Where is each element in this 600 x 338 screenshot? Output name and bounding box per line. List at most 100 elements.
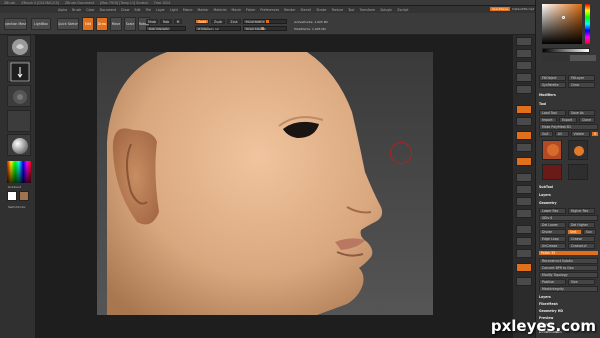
menu-item-picker[interactable]: Picker <box>246 8 256 12</box>
material-thumbnail[interactable] <box>7 134 31 156</box>
simple-brush-thumbnail[interactable] <box>568 140 588 160</box>
load-tool-button[interactable]: Load Tool <box>539 110 566 116</box>
actual-button[interactable] <box>516 85 532 94</box>
menu-item-edit[interactable]: Edit <box>134 8 140 12</box>
menu-item-transform[interactable]: Transform <box>359 8 375 12</box>
quicksave-button[interactable]: QuickSave <box>490 7 510 11</box>
goz-button[interactable]: GoZ <box>539 131 553 137</box>
menu-item-texture[interactable]: Texture <box>331 8 343 12</box>
meshintegrity-button[interactable]: MeshIntegrity <box>539 286 598 292</box>
position-button[interactable]: Position <box>539 279 566 285</box>
default-zscript-button[interactable]: DefaultZScript <box>512 7 534 11</box>
xpose-button[interactable] <box>516 277 532 286</box>
bpr-button[interactable] <box>516 37 532 46</box>
all-button[interactable]: All <box>554 131 569 137</box>
local-button[interactable] <box>516 131 532 140</box>
fill-object-button[interactable]: FillObject <box>539 75 566 81</box>
draw-size-slider[interactable]: Draw Size 64 <box>243 26 287 31</box>
brush-thumbnail[interactable] <box>7 35 31 57</box>
lower-res-button[interactable]: Lower Res <box>539 208 566 214</box>
menu-item-stencil[interactable]: Stencil <box>301 8 312 12</box>
viewport-canvas[interactable] <box>97 52 433 315</box>
layers-header[interactable]: Layers <box>539 192 598 198</box>
menu-item-macro[interactable]: Macro <box>183 8 193 12</box>
menu-item-tool[interactable]: Tool <box>348 8 354 12</box>
fibermesh-header[interactable]: FiberMesh <box>539 301 598 307</box>
convert-bpr-button[interactable]: Convert BPR to Geo <box>539 265 598 271</box>
higher-res-button[interactable]: Higher Res <box>568 208 595 214</box>
color-picker[interactable] <box>7 161 31 183</box>
projection-master-button[interactable]: Projection Master <box>4 18 27 30</box>
modifiers-header[interactable]: Modifiers <box>539 92 598 98</box>
z-intensity-slider[interactable]: Z Intensity 12 <box>195 26 241 31</box>
zcut-button[interactable]: Zcut <box>227 19 241 24</box>
quick-sketch-button[interactable]: Quick Sketch <box>57 18 79 30</box>
del-lower-button[interactable]: Del Lower <box>539 222 566 228</box>
edit-button[interactable]: Edit <box>82 17 94 31</box>
fill-layer-button[interactable]: FillLayer <box>568 75 595 81</box>
syspalette-button[interactable]: SysPalette <box>539 82 566 88</box>
smt-button[interactable]: Smt <box>568 230 581 234</box>
frame-button[interactable] <box>516 173 532 182</box>
polymesh-thumbnail[interactable] <box>542 164 562 180</box>
transp-button[interactable] <box>516 237 532 246</box>
menu-item-document[interactable]: Document <box>100 8 117 12</box>
edge-loop-button[interactable]: Edge Loop <box>539 236 566 242</box>
floor-button[interactable] <box>516 117 532 126</box>
reconstruct-subdiv-button[interactable]: Reconstruct Subdiv <box>539 258 598 264</box>
move-button[interactable]: Move <box>110 17 122 31</box>
menu-item-layer[interactable]: Layer <box>156 8 165 12</box>
hue-slider[interactable] <box>585 4 590 44</box>
scale-view-button[interactable] <box>516 197 532 206</box>
zadd-button[interactable]: Zadd <box>195 19 209 24</box>
save-as-button[interactable]: Save As <box>568 110 595 116</box>
del-higher-button[interactable]: Del Higher <box>568 222 595 228</box>
creaselvl-slider[interactable]: CreaseLvl <box>568 243 595 249</box>
menu-item-stroke[interactable]: Stroke <box>316 8 326 12</box>
move-view-button[interactable] <box>516 185 532 194</box>
menu-item-brush[interactable]: Brush <box>72 8 81 12</box>
secondary-color-bar[interactable] <box>570 55 596 61</box>
rotate-view-button[interactable] <box>516 209 532 218</box>
rgb-intensity-slider[interactable]: Rgb Intensity <box>146 26 186 31</box>
ghost-button[interactable] <box>516 249 532 258</box>
persp-button[interactable] <box>516 105 532 114</box>
polish-slider[interactable]: Polish 35 <box>539 251 598 255</box>
menu-item-file[interactable]: File <box>146 8 151 12</box>
uncrease-button[interactable]: UnCrease <box>539 243 566 249</box>
scroll-button[interactable] <box>516 61 532 70</box>
menu-item-movie[interactable]: Movie <box>231 8 240 12</box>
crease-button[interactable]: Crease <box>568 236 595 242</box>
stroke-thumbnail[interactable] <box>7 60 31 82</box>
zsub-button[interactable]: Zsub <box>211 19 225 24</box>
menu-item-draw[interactable]: Draw <box>121 8 129 12</box>
texture-thumbnail[interactable] <box>7 110 31 132</box>
import-button[interactable]: Import <box>539 117 557 123</box>
alpha-thumbnail[interactable] <box>7 85 31 107</box>
subtool-header[interactable]: SubTool <box>539 184 598 190</box>
clear-button[interactable]: Clear <box>568 82 595 88</box>
menu-item-zplugin[interactable]: Zplugin <box>380 8 392 12</box>
color-picker-handle[interactable] <box>562 16 565 19</box>
color-picker-square[interactable] <box>542 4 582 44</box>
xyz-button[interactable] <box>516 157 532 166</box>
layers2-header[interactable]: Layers <box>539 294 598 300</box>
menu-item-color[interactable]: Color <box>86 8 94 12</box>
menu-item-marker[interactable]: Marker <box>198 8 209 12</box>
mrgb-button[interactable]: Mrgb <box>146 19 158 24</box>
zoom-button[interactable] <box>516 73 532 82</box>
clone-button[interactable]: Clone <box>579 117 595 123</box>
geometry-hd-header[interactable]: Geometry HD <box>539 308 598 314</box>
menu-item-alpha[interactable]: Alpha <box>58 8 67 12</box>
main-color-bar[interactable] <box>542 55 568 61</box>
focal-shift-slider[interactable]: Focal Shift 0 <box>243 19 287 24</box>
polyf-button[interactable] <box>516 225 532 234</box>
modify-topology-button[interactable]: Modify Topology <box>539 272 598 278</box>
extra-tool-thumbnail[interactable] <box>568 164 588 180</box>
menu-item-render[interactable]: Render <box>284 8 295 12</box>
m-button[interactable]: M <box>174 19 182 24</box>
scale-button[interactable]: Scale <box>124 17 136 31</box>
draw-button[interactable]: Draw <box>96 17 108 31</box>
menu-item-material[interactable]: Material <box>214 8 227 12</box>
primary-color-swatch[interactable] <box>7 191 17 201</box>
